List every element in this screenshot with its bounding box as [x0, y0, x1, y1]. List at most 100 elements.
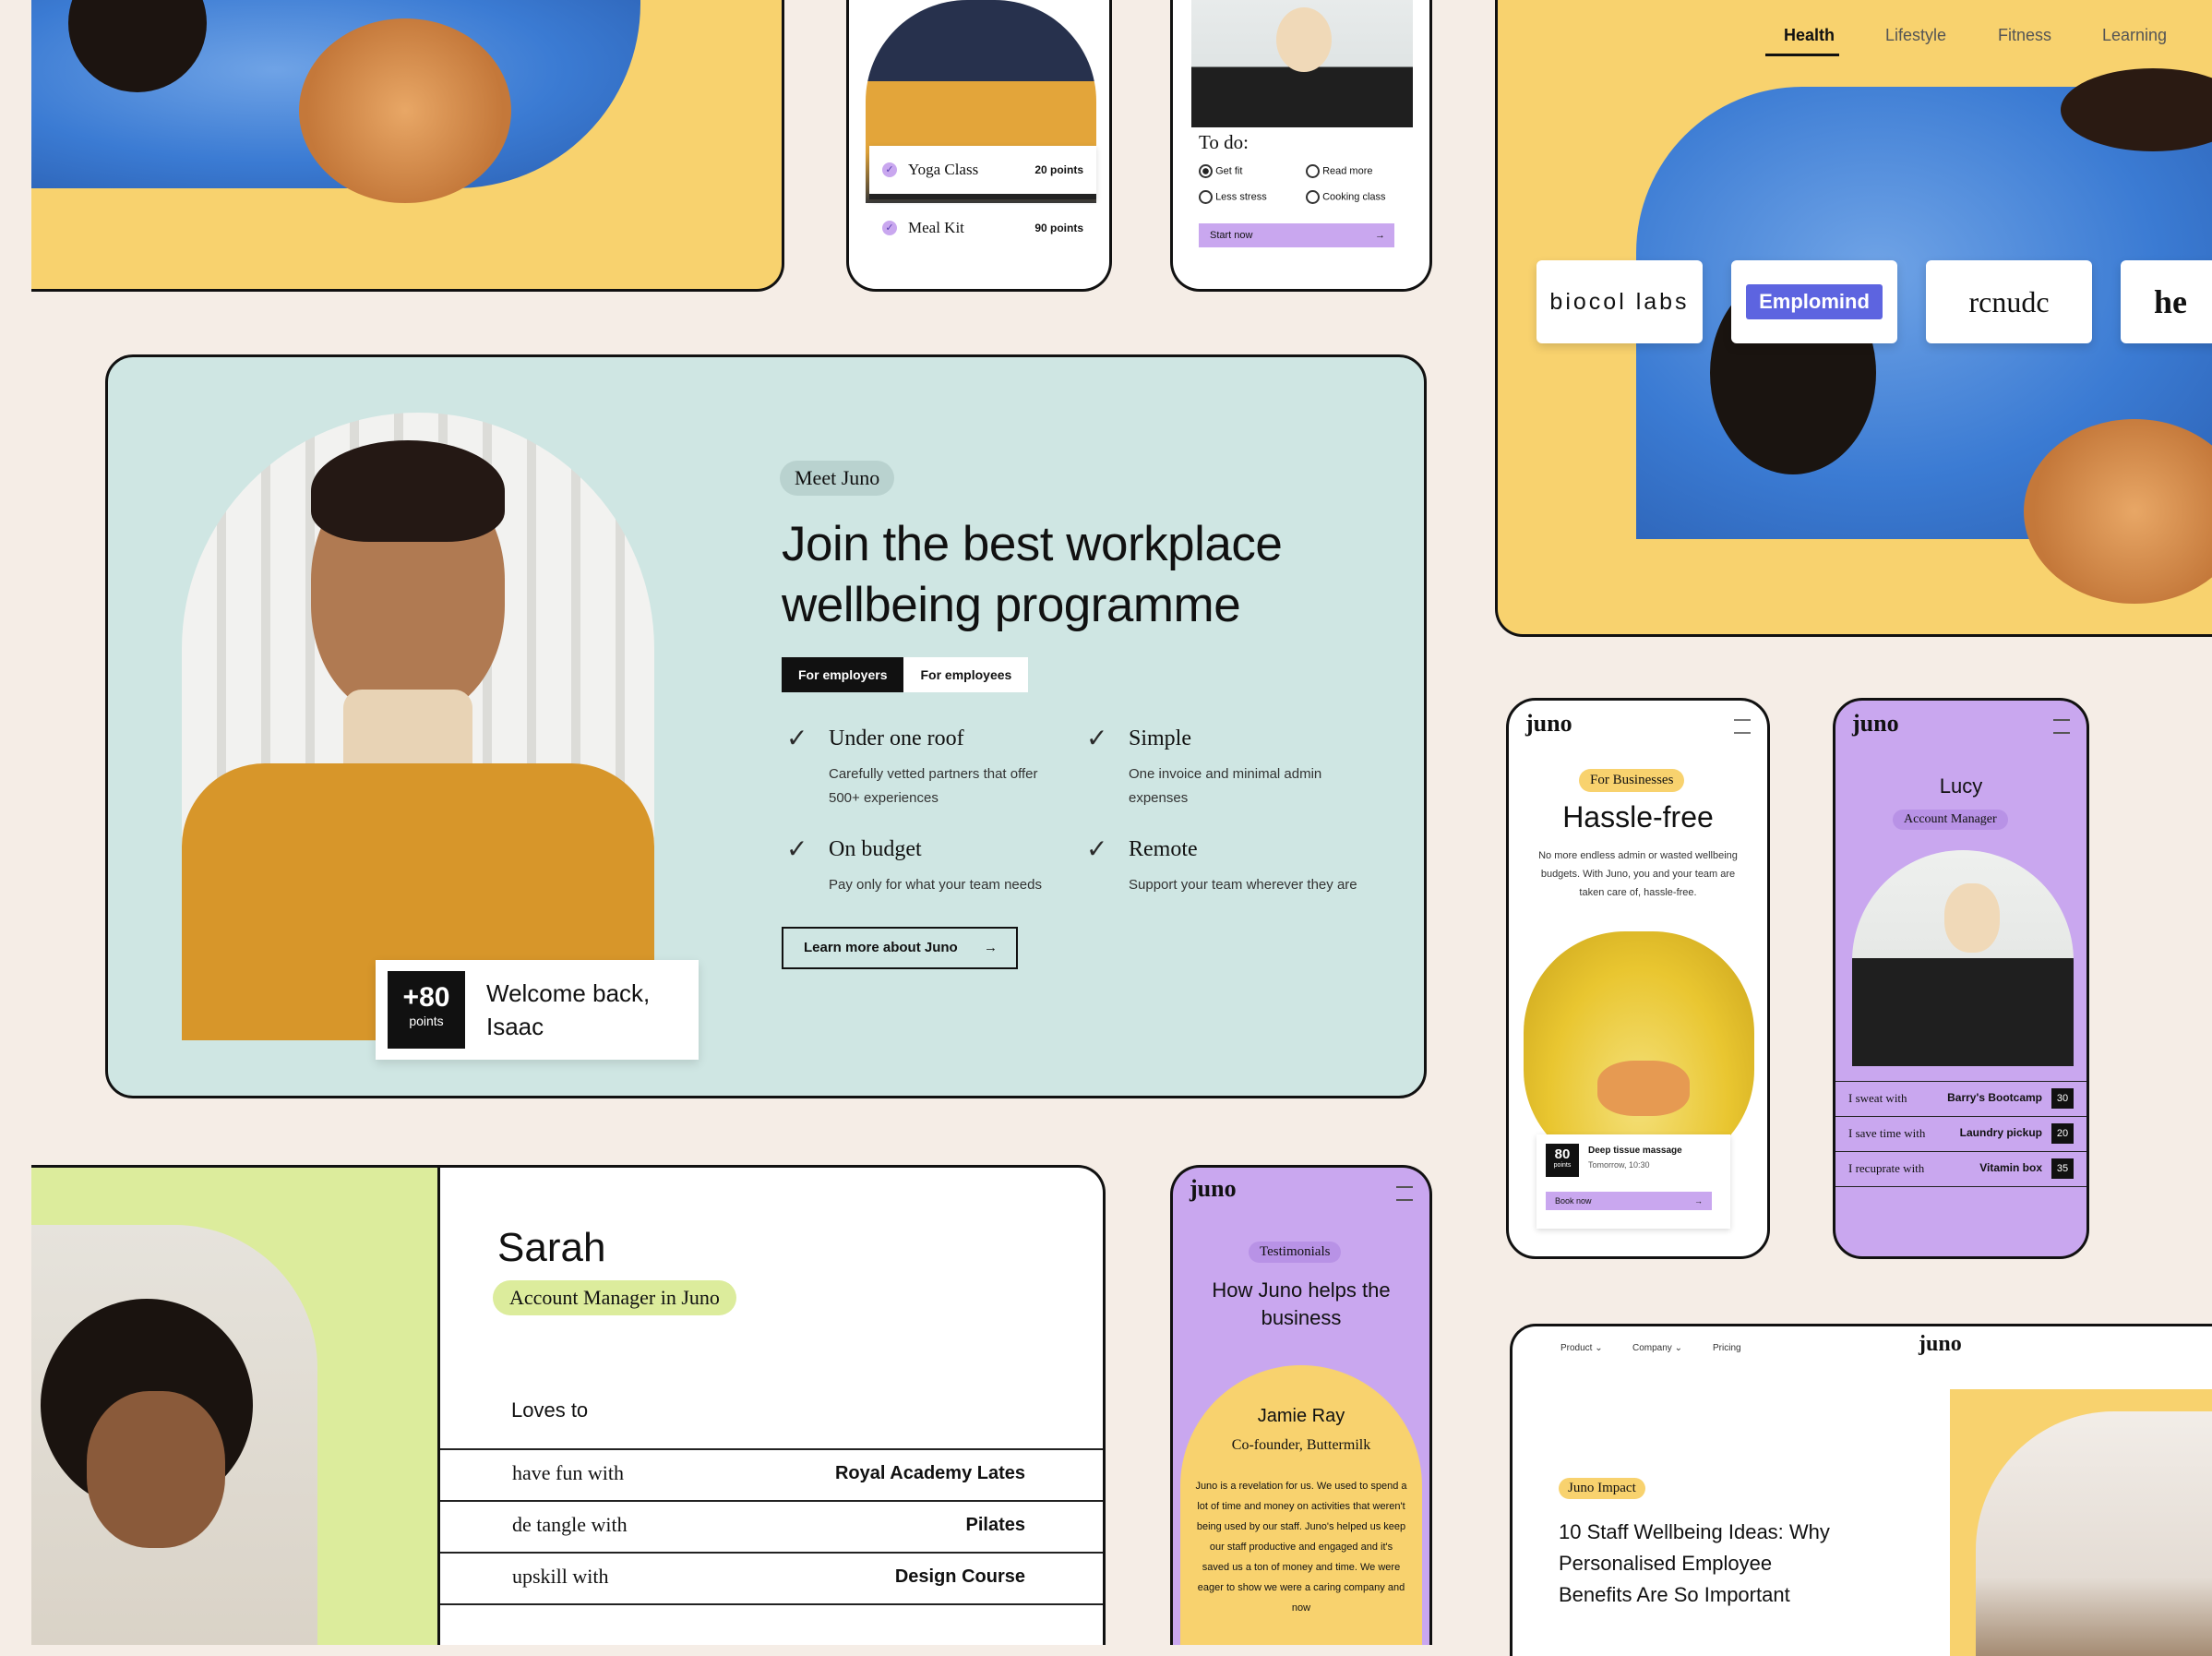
juno-logo[interactable]: juno [1190, 1175, 1237, 1203]
toggle-employees[interactable]: For employees [903, 657, 1029, 692]
nav-pricing[interactable]: Pricing [1713, 1343, 1741, 1353]
testimonial-title: How Juno helps the business [1212, 1278, 1391, 1329]
welcome-card: +80 points Welcome back, Isaac [376, 960, 699, 1060]
checkmark-icon: ✓ [1086, 724, 1108, 752]
radio-selected-icon [1199, 164, 1213, 178]
quote-panel: Jamie Ray Co-founder, Buttermilk Juno is… [1180, 1365, 1422, 1645]
list-item[interactable]: I recuprate with Vitamin box 35 [1835, 1151, 2086, 1186]
learn-more-button[interactable]: Learn more about Juno → [782, 927, 1018, 969]
welcome-text: Welcome back, Isaac [486, 977, 650, 1043]
list-item[interactable]: ✓ Meal Kit 90 points [869, 205, 1096, 251]
slipper [1597, 1061, 1690, 1116]
partner-logo[interactable]: he [2121, 260, 2212, 343]
tab-fitness[interactable]: Fitness [1998, 26, 2051, 45]
row-number: 30 [2051, 1088, 2074, 1109]
todo-option[interactable]: Less stress [1199, 190, 1267, 204]
menu-icon[interactable] [1396, 1186, 1413, 1201]
toggle-employers[interactable]: For employers [782, 657, 904, 692]
option-label: Read more [1322, 165, 1373, 177]
blog-card: Product ⌄ Company ⌄ Pricing juno Juno Im… [1510, 1324, 2212, 1656]
top-left-card [31, 0, 784, 292]
partner-logo[interactable]: Emplomind [1731, 260, 1897, 343]
nav-product[interactable]: Product ⌄ [1560, 1343, 1603, 1353]
article-title[interactable]: 10 Staff Wellbeing Ideas: Why Personalis… [1559, 1517, 1830, 1611]
book-now-button[interactable]: Book now → [1546, 1192, 1712, 1210]
feature-title: On budget [829, 837, 922, 861]
row-label: de tangle with [512, 1513, 628, 1536]
welcome-name: Isaac [486, 1013, 544, 1040]
nav-company[interactable]: Company ⌄ [1632, 1343, 1682, 1353]
row-label: I recuprate with [1848, 1161, 1925, 1175]
feature-title: Remote [1129, 837, 1198, 861]
list-item[interactable]: ✓ Yoga Class 20 points [869, 146, 1096, 199]
todo-option[interactable]: Get fit [1199, 164, 1242, 178]
list-item[interactable]: de tangle with Pilates [440, 1500, 1103, 1552]
hair-dark [68, 0, 207, 92]
menu-icon[interactable] [1734, 719, 1751, 734]
blonde-head [1276, 7, 1332, 72]
menu-icon[interactable] [2053, 719, 2070, 734]
testimonial-quote: Juno is a revelation for us. We used to … [1195, 1481, 1407, 1614]
juno-impact-badge: Juno Impact [1559, 1478, 1645, 1499]
todo-title: To do: [1199, 131, 1249, 153]
points-label: points [409, 1014, 444, 1028]
meet-juno-badge: Meet Juno [780, 461, 895, 496]
partner-logo[interactable]: rcnudc [1926, 260, 2092, 343]
tab-lifestyle[interactable]: Lifestyle [1885, 26, 1946, 45]
partners-card: Health Lifestyle Fitness Learning biocol… [1495, 0, 2212, 637]
woman-laughing-photo [31, 1225, 317, 1645]
row-label: I sweat with [1848, 1091, 1907, 1105]
todo-panel: To do: Get fit Read more Less stress Coo… [1191, 127, 1413, 266]
divider [440, 1603, 1103, 1605]
row-label: have fun with [512, 1461, 624, 1484]
page: { "top_left_card": {"bg_color": "#f8d26e… [0, 0, 2212, 1656]
booking-time: Tomorrow, 10:30 [1588, 1160, 1650, 1170]
feature-text: Pay only for what your team needs [829, 877, 1042, 893]
logo-emplomind: Emplomind [1746, 284, 1883, 319]
feature-item: ✓ Remote Support your team wherever they… [1086, 834, 1357, 897]
row-value: Laundry pickup [1959, 1126, 2042, 1139]
partner-logo[interactable]: biocol labs [1536, 260, 1703, 343]
welcome-line: Welcome back, [486, 979, 651, 1007]
checkmark-icon: ✓ [786, 724, 808, 752]
row-value: Royal Academy Lates [834, 1463, 1025, 1483]
juno-logo[interactable]: juno [1919, 1332, 1962, 1357]
person-name: Jamie Ray [1257, 1406, 1345, 1426]
arrow-right-icon: → [984, 940, 998, 955]
headline-line: Join the best workplace [782, 517, 1283, 571]
points-value: 80 [1554, 1146, 1571, 1162]
blonde-head [1944, 883, 2000, 953]
chevron-down-icon: ⌄ [1595, 1343, 1603, 1353]
start-now-button[interactable]: Start now → [1199, 223, 1394, 247]
button-label: Start now [1210, 230, 1253, 241]
feature-text: Carefully vetted partners that offer 500… [829, 766, 1038, 806]
list-item[interactable]: I sweat with Barry's Bootcamp 30 [1835, 1081, 2086, 1116]
logo-rcnudc: rcnudc [1968, 284, 2050, 318]
row-number: 35 [2051, 1158, 2074, 1179]
chevron-down-icon: ⌄ [1674, 1343, 1682, 1353]
radio-icon [1306, 190, 1320, 204]
radio-icon [1306, 164, 1320, 178]
checkmark-icon: ✓ [786, 834, 808, 863]
todo-option[interactable]: Read more [1306, 164, 1372, 178]
hair-blonde [299, 18, 511, 203]
sarah-card: Sarah Account Manager in Juno Loves to h… [31, 1165, 1106, 1645]
juno-logo[interactable]: juno [1852, 710, 1899, 738]
list-item[interactable]: I save time with Laundry pickup 20 [1835, 1116, 2086, 1151]
hassle-free-title: Hassle-free [1562, 800, 1714, 834]
list-item[interactable]: upskill with Design Course [440, 1552, 1103, 1603]
title-line: Personalised Employee [1559, 1552, 1773, 1575]
row-value: Design Course [894, 1566, 1025, 1587]
juno-logo[interactable]: juno [1525, 710, 1572, 738]
woman-coffee-photo [1852, 850, 2074, 1066]
tab-learning[interactable]: Learning [2102, 26, 2167, 45]
tab-health[interactable]: Health [1784, 26, 1835, 45]
role-badge: Account Manager in Juno [493, 1280, 736, 1315]
feature-text: One invoice and minimal admin expenses [1129, 766, 1322, 806]
feature-title: Under one roof [829, 726, 964, 750]
check-icon: ✓ [882, 221, 897, 235]
todo-phone: To do: Get fit Read more Less stress Coo… [1170, 0, 1432, 292]
list-item[interactable]: have fun with Royal Academy Lates [440, 1448, 1103, 1500]
todo-option[interactable]: Cooking class [1306, 190, 1386, 204]
divider [1835, 1186, 2086, 1187]
